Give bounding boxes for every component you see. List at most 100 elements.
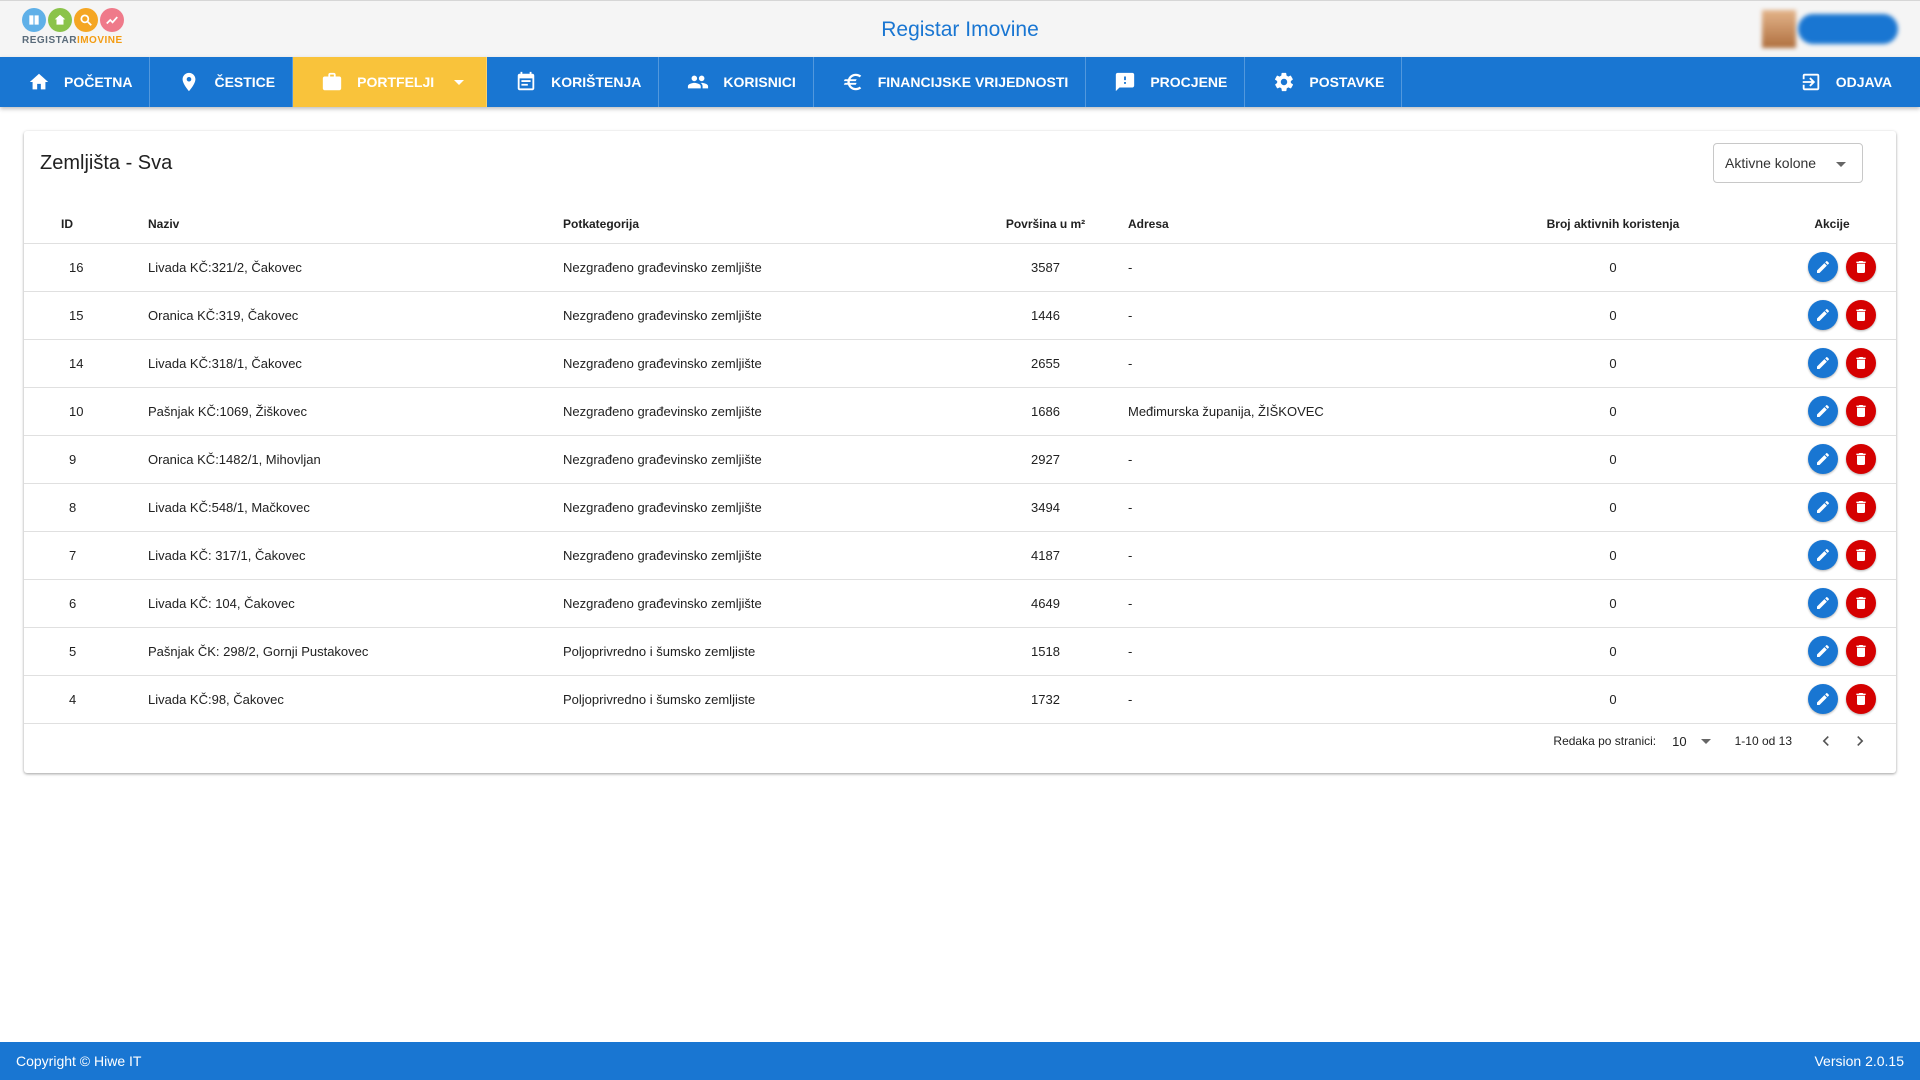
cell-adresa: - [1128,435,1488,484]
trash-icon [1856,357,1866,369]
edit-button[interactable] [1808,252,1838,282]
cell-adresa: - [1128,675,1488,724]
chevron-down-icon[interactable] [1700,738,1711,744]
cell-adresa: - [1128,483,1488,532]
column-header-broj-koristenja[interactable]: Broj aktivnih koristenja [1488,205,1738,244]
table-row[interactable]: 8 Livada KČ:548/1, Mačkovec Nezgrađeno gra… [24,483,1896,532]
delete-button[interactable] [1846,396,1876,426]
cell-id: 10 [24,387,148,436]
table-row[interactable]: 7 Livada KČ: 317/1, Čakovec Nezgrađeno gra… [24,531,1896,580]
logout-label: ODJAVA [1835,74,1892,90]
cell-povrsina: 4649 [963,579,1128,628]
user-menu[interactable] [1762,10,1898,48]
cell-naziv: Oranica KČ:1482/1, Mihovljan [148,435,563,484]
logout-button[interactable]: ODJAVA [1772,57,1920,107]
column-header-adresa[interactable]: Adresa [1128,205,1488,244]
cell-naziv: Livada KČ:321/2, Čakovec [148,243,563,292]
delete-button[interactable] [1846,588,1876,618]
app-header: REGISTARIMOVINE Registar Imovine [0,0,1920,57]
cell-broj-koristenja: 0 [1488,627,1738,676]
nav-item-label: POSTAVKE [1309,74,1385,90]
cell-naziv: Livada KČ: 317/1, Čakovec [148,531,563,580]
nav-item-financijske-vrijednosti[interactable]: FINANCIJSKE VRIJEDNOSTI [814,57,1087,107]
table-row[interactable]: 16 Livada KČ:321/2, Čakovec Nezgrađeno gra… [24,243,1896,292]
active-columns-select[interactable]: Aktivne kolone [1713,143,1863,183]
delete-button[interactable] [1846,252,1876,282]
delete-button[interactable] [1846,684,1876,714]
page-range: 1-10 od 13 [1734,734,1792,748]
column-header-akcije: Akcije [1738,205,1896,244]
nav-item-procjene[interactable]: PROCJENE [1086,57,1246,107]
nav-item-portfelji[interactable]: PORTFELJI [293,57,488,107]
cell-adresa: Međimurska županija, ŽIŠKOVEC [1128,387,1488,436]
copyright-text: Copyright © Hiwe IT [16,1053,142,1069]
previous-page-button[interactable] [1814,729,1838,753]
cell-id: 7 [24,531,148,580]
table-row[interactable]: 4 Livada KČ:98, Čakovec Poljoprivredno i š… [24,675,1896,724]
trash-icon [1856,261,1866,273]
edit-button[interactable] [1808,588,1838,618]
edit-button[interactable] [1808,300,1838,330]
cell-broj-koristenja: 0 [1488,339,1738,388]
table-row[interactable]: 15 Oranica KČ:319, Čakovec Nezgrađeno građ… [24,291,1896,340]
column-header-potkategorija[interactable]: Potkategorija [563,205,963,244]
delete-button[interactable] [1846,444,1876,474]
pencil-icon [1817,405,1829,417]
cell-povrsina: 4187 [963,531,1128,580]
logout-icon [1802,73,1819,91]
edit-button[interactable] [1808,348,1838,378]
cell-povrsina: 3587 [963,243,1128,292]
delete-button[interactable] [1846,300,1876,330]
feedback-icon [1116,72,1135,92]
cell-id: 6 [24,579,148,628]
cell-potkategorija: Poljoprivredno i šumsko zemljiste [563,675,963,724]
nav-item-korisnici[interactable]: KORISNICI [659,57,814,107]
nav-item-pocetna[interactable]: POČETNA [0,57,151,107]
cell-povrsina: 1732 [963,675,1128,724]
trash-icon [1856,405,1866,417]
table-row[interactable]: 14 Livada KČ:318/1, Čakovec Nezgrađeno gra… [24,339,1896,388]
cell-id: 9 [24,435,148,484]
table-row[interactable]: 9 Oranica KČ:1482/1, Mihovljan Nezgrađeno … [24,435,1896,484]
nav-item-koristenja[interactable]: KORIŠTENJA [487,57,660,107]
next-page-button[interactable] [1848,729,1872,753]
user-name-button[interactable] [1798,14,1898,44]
edit-button[interactable] [1808,684,1838,714]
table-body: 16 Livada KČ:321/2, Čakovec Nezgrađeno gra… [24,243,1896,724]
table-row[interactable]: 10 Pašnjak KČ:1069, Žiškovec Nezgrađeno gr… [24,387,1896,436]
cell-id: 15 [24,291,148,340]
delete-button[interactable] [1846,492,1876,522]
edit-button[interactable] [1808,396,1838,426]
cell-naziv: Livada KČ:318/1, Čakovec [148,339,563,388]
chevron-left-icon [1822,736,1829,746]
nav-item-postavke[interactable]: POSTAVKE [1245,57,1403,107]
rows-per-page-label: Redaka po stranici: [1553,734,1657,748]
column-header-naziv[interactable]: Naziv [148,205,563,244]
edit-button[interactable] [1808,540,1838,570]
nav-item-cestice[interactable]: ČESTICE [150,57,294,107]
delete-button[interactable] [1846,636,1876,666]
delete-button[interactable] [1846,540,1876,570]
edit-button[interactable] [1808,492,1838,522]
row-actions [1738,300,1896,330]
trash-icon [1856,645,1866,657]
column-header-id[interactable]: ID [24,205,148,244]
table-row[interactable]: 6 Livada KČ: 104, Čakovec Nezgrađeno građe… [24,579,1896,628]
cell-id: 14 [24,339,148,388]
cell-adresa: - [1128,531,1488,580]
delete-button[interactable] [1846,348,1876,378]
cell-broj-koristenja: 0 [1488,243,1738,292]
rows-per-page-select[interactable]: 10 [1672,734,1686,749]
row-actions [1738,540,1896,570]
edit-button[interactable] [1808,636,1838,666]
user-avatar[interactable] [1762,10,1796,48]
nav-item-label: ČESTICE [214,74,276,90]
cell-broj-koristenja: 0 [1488,387,1738,436]
column-header-povrsina[interactable]: Površina u m² [963,205,1128,244]
cell-potkategorija: Nezgrađeno građevinsko zemljište [563,291,963,340]
people-icon [688,75,709,89]
cell-naziv: Livada KČ:548/1, Mačkovec [148,483,563,532]
edit-button[interactable] [1808,444,1838,474]
table-row[interactable]: 5 Pašnjak ČK: 298/2, Gornji Pustakovec Pol… [24,627,1896,676]
cell-naziv: Livada KČ:98, Čakovec [148,675,563,724]
